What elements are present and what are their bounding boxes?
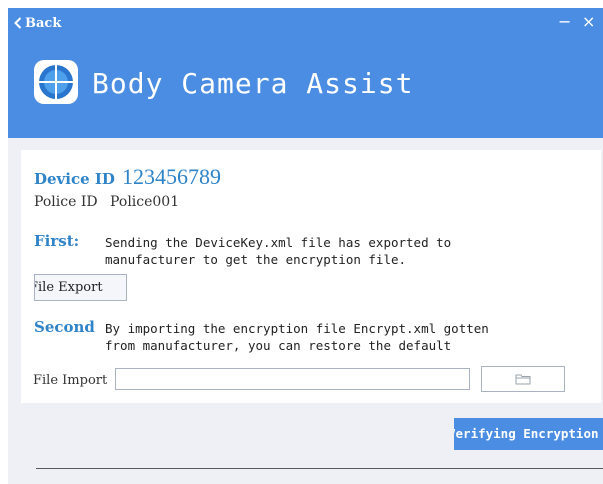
device-id-row: Device ID 123456789 [34,164,221,190]
browse-button[interactable] [481,366,565,392]
first-step-line: Sending the DeviceKey.xml file has expor… [105,235,452,250]
encryption-panel: Device ID 123456789 Police ID Police001 … [21,150,601,403]
back-label: Back [25,15,62,31]
chevron-left-icon [14,17,22,29]
file-export-label: File Export [34,280,103,295]
second-step-label: Second [34,318,95,336]
app-window: Back − × Body Camera Assist Device ID 12… [8,8,603,484]
footer-divider [36,468,603,469]
close-button[interactable]: × [582,13,595,31]
header-bar: Back − × Body Camera Assist [8,8,603,138]
first-step-line: manufacturer to get the encryption file. [105,252,407,267]
back-button[interactable]: Back [14,15,61,31]
file-import-path-input[interactable] [115,368,470,390]
file-import-label: File Import [33,373,108,388]
second-step-text: By importing the encryption file Encrypt… [105,320,489,354]
verify-encryption-button[interactable]: Verifying Encryption [454,418,603,450]
device-id-value: 123456789 [121,164,221,189]
first-step-text: Sending the DeviceKey.xml file has expor… [105,234,451,268]
first-step-label: First: [34,232,80,250]
second-step-line: By importing the encryption file Encrypt… [105,321,489,336]
file-export-button[interactable]: File Export [34,274,127,301]
folder-icon [515,374,531,385]
police-id-value: Police001 [110,194,180,210]
verify-encryption-label: Verifying Encryption [454,426,599,441]
minimize-button[interactable]: − [558,13,571,31]
police-id-row: Police ID Police001 [34,194,179,210]
crosshair-globe-icon [34,60,78,104]
app-title: Body Camera Assist [92,67,414,100]
police-id-label: Police ID [34,194,98,210]
second-step-line: from manufacturer, you can restore the d… [105,338,452,353]
device-id-label: Device ID [34,170,115,188]
